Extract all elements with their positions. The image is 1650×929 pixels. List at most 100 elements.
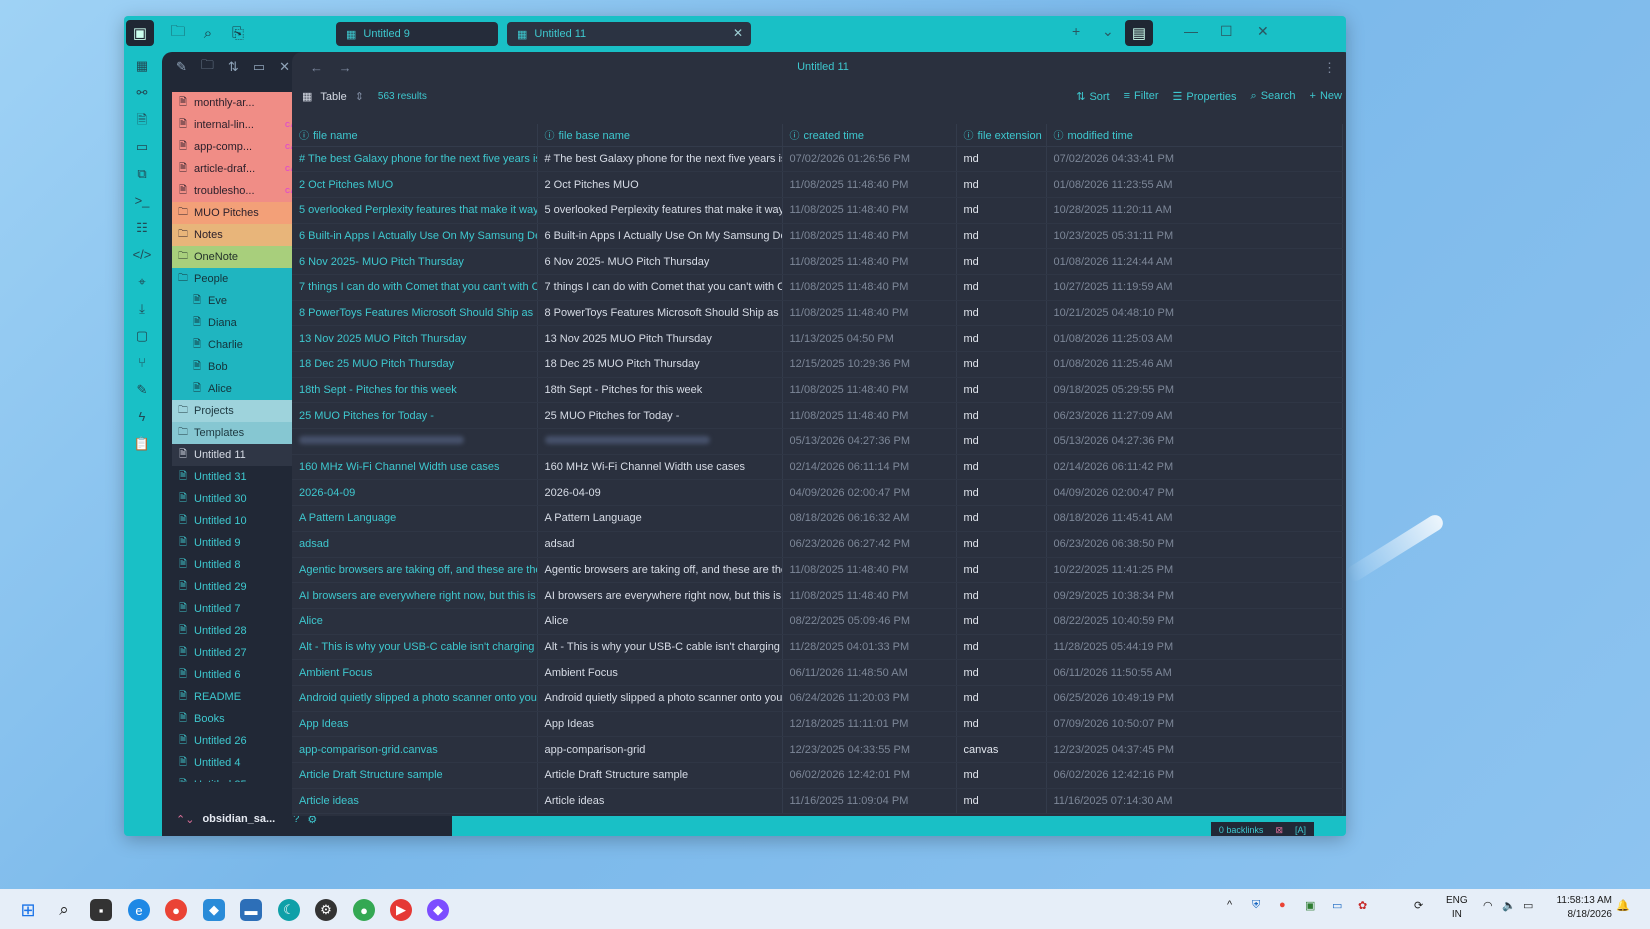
properties-button[interactable]: ☰ Properties xyxy=(1173,90,1237,103)
table-row[interactable]: Alt - This is why your USB-C cable isn't… xyxy=(292,634,1343,661)
table-row[interactable]: 13 Nov 2025 MUO Pitch Thursday 13 Nov 202… xyxy=(292,325,1343,352)
file-explorer-icon[interactable]: ▬ xyxy=(240,899,262,921)
table-row[interactable]: # The best Galaxy phone for the next fiv… xyxy=(292,146,1343,173)
table-cell[interactable]: Android quietly slipped a photo scanner … xyxy=(292,685,538,712)
defender-icon[interactable]: ⛨ xyxy=(1252,899,1260,912)
notification-icon[interactable]: 🔔 xyxy=(1616,899,1630,912)
table-cell[interactable]: Alice xyxy=(292,608,538,635)
table-cell[interactable]: 13 Nov 2025 MUO Pitch Thursday xyxy=(292,325,538,352)
table-row[interactable]: 25 MUO Pitches for Today -25 MUO Pitches… xyxy=(292,402,1343,430)
monitor-icon[interactable]: ▭ xyxy=(1332,899,1342,912)
grid-icon[interactable]: ▦ xyxy=(124,52,160,79)
app-tray-icon[interactable]: ✿ xyxy=(1358,899,1367,912)
system-clock[interactable]: 11:58:13 AM 8/18/2026 xyxy=(1557,894,1612,922)
table-cell[interactable]: 2 Oct Pitches MUO xyxy=(292,171,538,198)
collapse-icon[interactable]: ▭ xyxy=(253,59,265,75)
briefcase-icon[interactable]: ▢ xyxy=(124,322,160,349)
tab-list-icon[interactable]: ⌄ xyxy=(1102,23,1114,40)
table-cell[interactable]: 6 Nov 2025- MUO Pitch Thursday xyxy=(292,248,538,275)
tray-chevron-icon[interactable]: ^ xyxy=(1227,899,1232,911)
table-row[interactable]: A Pattern Language A Pattern Language 08/1… xyxy=(292,505,1343,532)
table-row[interactable]: 18 Dec 25 MUO Pitch Thursday 18 Dec 25 MU… xyxy=(292,351,1343,378)
filter-button[interactable]: ≡ Filter xyxy=(1124,90,1159,103)
table-row[interactable]: Android quietly slipped a photo scanner … xyxy=(292,685,1343,712)
youtube-icon[interactable]: ▶ xyxy=(390,899,412,921)
terminal-icon[interactable]: >_ xyxy=(124,187,160,214)
code-icon[interactable]: </> xyxy=(124,241,160,268)
new-button[interactable]: + New xyxy=(1310,90,1342,103)
table-row[interactable]: 5 overlooked Perplexity features that ma… xyxy=(292,197,1343,224)
sort-icon[interactable]: ⇅ xyxy=(228,59,239,75)
table-row[interactable]: App Ideas App Ideas 12/18/2025 11:11:01 PM… xyxy=(292,711,1343,738)
list-icon[interactable]: ☷ xyxy=(124,214,160,241)
right-sidebar-toggle-icon[interactable]: ▤ xyxy=(1125,20,1153,46)
column-header[interactable]: ⓘ created time xyxy=(782,124,957,147)
minimize-icon[interactable]: — xyxy=(1184,23,1198,39)
table-cell[interactable]: 18 Dec 25 MUO Pitch Thursday xyxy=(292,351,538,378)
new-tab-icon[interactable]: + xyxy=(1072,23,1080,39)
view-chevron-icon[interactable]: ⇕ xyxy=(355,90,364,103)
nvidia-icon[interactable]: ▣ xyxy=(1305,899,1315,912)
graph-icon[interactable]: ⚯ xyxy=(124,79,160,106)
close-tab-icon[interactable]: ✕ xyxy=(733,26,743,40)
file-icon[interactable]: 🗎 xyxy=(124,106,160,133)
calendar-icon[interactable]: ▭ xyxy=(124,133,160,160)
table-cell[interactable] xyxy=(292,428,538,455)
wifi-icon[interactable]: ◠ xyxy=(1483,899,1493,912)
table-row[interactable]: Ambient Focus Ambient Focus 06/11/2026 11:… xyxy=(292,659,1343,686)
download-icon[interactable]: ⤓ xyxy=(124,295,160,322)
table-row[interactable]: Agentic browsers are taking off, and the… xyxy=(292,557,1343,584)
files-icon[interactable]: 🗀 xyxy=(164,20,192,46)
pin-icon[interactable]: ⌖ xyxy=(124,268,160,295)
column-header[interactable]: ⓘ file base name xyxy=(537,124,783,147)
brush-icon[interactable]: ✎ xyxy=(124,376,160,403)
git-icon[interactable]: ⑂ xyxy=(124,349,160,376)
column-header[interactable]: ⓘ modified time xyxy=(1046,124,1343,147)
task-view-icon[interactable]: ▪ xyxy=(90,899,112,921)
table-cell[interactable]: 160 MHz Wi-Fi Channel Width use cases xyxy=(292,454,538,481)
table-cell[interactable]: Agentic browsers are taking off, and the… xyxy=(292,557,538,584)
table-cell[interactable]: 7 things I can do with Comet that you ca… xyxy=(292,274,538,301)
table-cell[interactable]: 5 overlooked Perplexity features that ma… xyxy=(292,197,538,224)
table-row[interactable]: 6 Built-in Apps I Actually Use On My Sam… xyxy=(292,223,1343,250)
table-cell[interactable]: Alt - This is why your USB-C cable isn't… xyxy=(292,634,538,661)
table-cell[interactable]: 25 MUO Pitches for Today - xyxy=(292,402,538,430)
table-row[interactable]: 2 Oct Pitches MUO 2 Oct Pitches MUO 11/08/… xyxy=(292,171,1343,198)
table-row[interactable]: 2026-04-09 2026-04-09 04/09/2026 02:00:47 … xyxy=(292,479,1343,507)
battery-icon[interactable]: ▭ xyxy=(1523,899,1533,912)
windows-start-icon[interactable]: ⊞ xyxy=(17,899,39,921)
table-row[interactable]: Alice Alice 08/22/2025 05:09:46 PM md 08/22/… xyxy=(292,608,1343,635)
table-row[interactable]: Article ideas Article ideas 11/16/2025 11:… xyxy=(292,788,1343,815)
clipboard-icon[interactable]: 📋 xyxy=(124,430,160,457)
table-cell[interactable]: adsad xyxy=(292,531,538,558)
more-options-icon[interactable]: ⋮ xyxy=(1323,60,1336,76)
mode-indicator[interactable]: [A] xyxy=(1295,825,1306,835)
search-taskbar-icon[interactable]: ⌕ xyxy=(53,899,75,921)
table-row[interactable]: adsad adsad 06/23/2026 06:27:42 PM md 06/23/… xyxy=(292,531,1343,558)
table-cell[interactable]: 8 PowerToys Features Microsoft Should Sh… xyxy=(292,300,538,327)
table-cell[interactable]: app-comparison-grid.canvas xyxy=(292,736,538,763)
table-row[interactable]: AI browsers are everywhere right now, bu… xyxy=(292,582,1343,609)
language-indicator[interactable]: ENG IN xyxy=(1446,894,1468,922)
table-row[interactable]: 7 things I can do with Comet that you ca… xyxy=(292,274,1343,301)
table-row[interactable]: 05/13/2026 04:27:36 PM md 05/13/2026 04:27… xyxy=(292,428,1343,455)
new-note-icon[interactable]: ✎ xyxy=(176,59,187,75)
table-row[interactable]: app-comparison-grid.canvas app-comparison… xyxy=(292,736,1343,763)
table-cell[interactable]: 18th Sept - Pitches for this week xyxy=(292,377,538,404)
table-cell[interactable]: A Pattern Language xyxy=(292,505,538,532)
table-cell[interactable]: 2026-04-09 xyxy=(292,479,538,507)
search-icon[interactable]: ⌕ xyxy=(194,20,222,46)
chrome-icon[interactable]: ● xyxy=(165,899,187,921)
settings-app-icon[interactable]: ⚙ xyxy=(315,899,337,921)
close-window-icon[interactable]: ✕ xyxy=(1257,23,1269,40)
table-row[interactable]: 18th Sept - Pitches for this week 18th Se… xyxy=(292,377,1343,404)
copy-icon[interactable]: ⧉ xyxy=(124,160,160,187)
volume-icon[interactable]: 🔈 xyxy=(1502,899,1516,912)
comet-icon[interactable]: ☾ xyxy=(278,899,300,921)
sync-icon[interactable]: ⊠ xyxy=(1275,825,1283,836)
chrome-canary-icon[interactable]: ● xyxy=(353,899,375,921)
new-folder-icon[interactable]: 🗀 xyxy=(201,56,214,78)
chrome-tray-icon[interactable]: ● xyxy=(1279,899,1286,911)
refresh-icon[interactable]: ⟳ xyxy=(1414,899,1423,912)
table-cell[interactable]: Article Draft Structure sample xyxy=(292,762,538,789)
